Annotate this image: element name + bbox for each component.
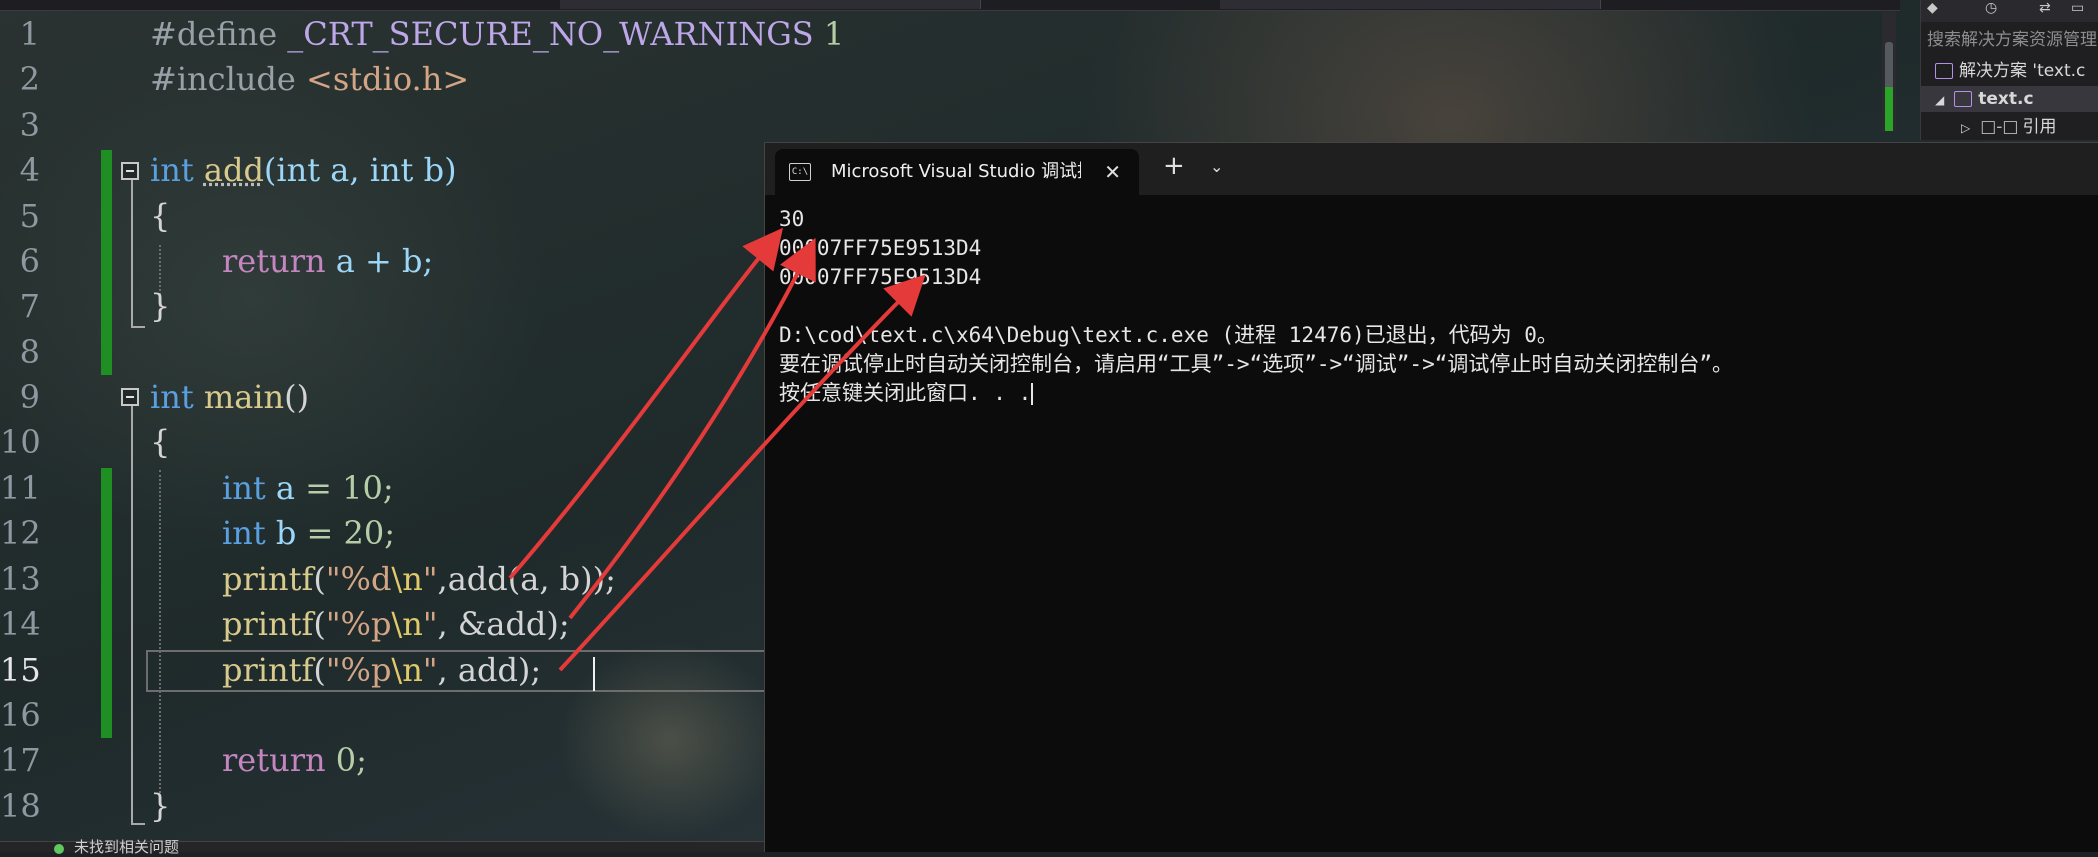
status-text: 未找到相关问题 bbox=[74, 838, 180, 856]
status-ok-icon bbox=[54, 844, 64, 854]
status-bar: 未找到相关问题 bbox=[0, 838, 764, 856]
arrow-line13-to-output1 bbox=[508, 227, 784, 580]
annotation-arrows bbox=[508, 227, 926, 672]
arrow-line15-to-output3 bbox=[558, 274, 926, 672]
